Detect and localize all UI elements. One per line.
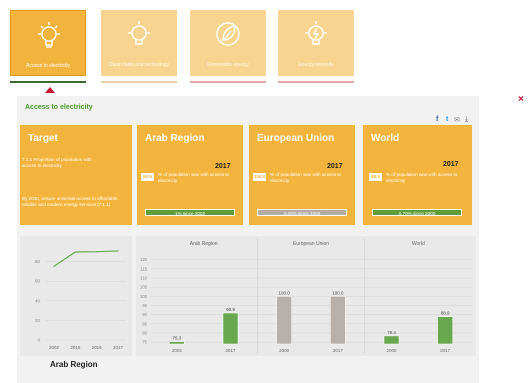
- x-tick-label: 2017: [440, 348, 451, 353]
- bar: [222, 312, 239, 345]
- y-tick-label: 100: [140, 294, 148, 299]
- bar: [437, 316, 453, 345]
- bar: [276, 296, 292, 345]
- lightbulb-icon: [128, 21, 150, 45]
- panel-title: Access to electricity: [25, 104, 93, 111]
- tab-label: Access to electricity: [26, 63, 70, 69]
- data-point: [96, 251, 98, 253]
- x-tick-label: 2017: [225, 348, 236, 353]
- lightning-bulb-icon: [305, 21, 327, 45]
- target-indicator: 7.1.1 Proportion of population with acce…: [22, 157, 92, 168]
- series-line: [53, 250, 119, 267]
- bar-chart: 75 80 85 90 95 100 105 110 115 120 Arab Region 75.3…: [140, 238, 472, 354]
- tab-underline: [190, 81, 266, 83]
- region-value: 100.0: [253, 173, 266, 181]
- tab-underline: [101, 81, 177, 83]
- y-tick-label: 80: [35, 259, 41, 264]
- x-tick-label: 2017: [333, 348, 344, 353]
- panel-title: European Union: [293, 241, 329, 247]
- x-tick-label: 2015: [70, 345, 81, 350]
- facebook-icon[interactable]: f: [436, 116, 438, 123]
- x-tick-label: 2000: [386, 348, 397, 353]
- tab-clean-fuels[interactable]: Clean fuels and technology: [101, 10, 177, 76]
- region-desc: % of population was with access to elect…: [270, 172, 342, 183]
- tab-underline: [278, 81, 354, 83]
- region-year: 2017: [443, 161, 459, 168]
- region-trend: 0.70% since 2000: [372, 209, 462, 216]
- y-tick-label: 75: [142, 340, 147, 345]
- bar-value-label: 75.3: [172, 336, 181, 341]
- bar: [169, 341, 185, 345]
- tab-renewable-energy[interactable]: Renewable energy: [190, 10, 266, 76]
- bar-chart-box: 75 80 85 90 95 100 105 110 115 120 Arab Region 75.3…: [136, 236, 476, 356]
- y-tick-label: 0: [37, 338, 40, 343]
- target-goal: By 2030, ensure universal access to affo…: [22, 196, 119, 207]
- y-tick-label: 40: [35, 298, 41, 303]
- region-title: Arab Region: [145, 133, 205, 144]
- target-title: Target: [28, 133, 58, 144]
- tab-access-to-electricity[interactable]: Access to electricity: [10, 10, 86, 76]
- tab-active-underline: [10, 81, 86, 83]
- leaf-icon: [216, 22, 240, 46]
- region-desc: % of population was with access to elect…: [158, 172, 230, 183]
- y-tick-label: 20: [35, 318, 41, 323]
- active-tab-pointer: [45, 87, 55, 93]
- y-tick-label: 85: [142, 321, 147, 326]
- lightbulb-icon: [38, 22, 60, 48]
- y-tick-label: 105: [140, 285, 148, 290]
- x-tick-label: 2017: [113, 345, 124, 350]
- region-trend: 0.00% since 2000: [257, 209, 347, 216]
- section-title: Arab Region: [50, 360, 98, 369]
- bar-value-label: 100.0: [332, 290, 344, 295]
- panel-title: World: [412, 241, 425, 247]
- bar-value-label: 78.4: [387, 330, 396, 335]
- y-tick-label: 90: [142, 312, 147, 317]
- panel-title: Arab Region: [190, 241, 218, 247]
- x-tick-label: 2002: [49, 345, 60, 350]
- bar: [383, 335, 400, 345]
- data-point: [117, 250, 119, 252]
- tab-label: Energy intensity: [298, 62, 334, 68]
- tab-label: Renewable energy: [207, 62, 249, 68]
- y-tick-label: 115: [140, 266, 147, 271]
- region-desc: % of population was with access to elect…: [386, 172, 458, 183]
- x-tick-label: 2000: [279, 348, 290, 353]
- region-card-world: World 2017 88.9 % of population was with…: [363, 125, 472, 225]
- download-icon[interactable]: ⤓: [465, 116, 468, 124]
- email-icon[interactable]: ✉: [454, 116, 460, 124]
- bar: [330, 296, 346, 345]
- bar-value-label: 88.9: [441, 311, 450, 316]
- region-value: 90.9: [141, 173, 154, 181]
- target-card: Target 7.1.1 Proportion of population wi…: [20, 125, 132, 225]
- region-year: 2017: [215, 163, 231, 170]
- close-icon[interactable]: ×: [518, 94, 524, 105]
- bar-value-label: 100.0: [279, 290, 291, 295]
- region-trend: 1% since 2002: [145, 209, 235, 216]
- twitter-icon[interactable]: t: [446, 116, 448, 123]
- y-tick-label: 60: [35, 279, 41, 284]
- region-year: 2017: [327, 163, 343, 170]
- data-point: [74, 251, 76, 253]
- line-chart: 0 20 40 60 80 2002 2015 2016 2017: [35, 250, 126, 350]
- region-title: European Union: [257, 133, 335, 144]
- y-tick-label: 80: [142, 331, 147, 336]
- y-tick-label: 120: [140, 257, 148, 262]
- x-tick-label: 2002: [172, 348, 183, 353]
- region-card-arab: Arab Region 2017 90.9 % of population wa…: [137, 125, 243, 225]
- region-title: World: [371, 133, 400, 144]
- line-chart-box: 0 20 40 60 80 2002 2015 2016 2017: [20, 236, 132, 356]
- x-tick-label: 2016: [92, 345, 103, 350]
- bar-value-label: 90.9: [226, 307, 235, 312]
- region-card-eu: European Union 2017 100.0 % of populatio…: [249, 125, 355, 225]
- data-point: [53, 265, 55, 267]
- y-tick-label: 95: [142, 303, 147, 308]
- y-tick-label: 110: [140, 276, 147, 281]
- region-value: 88.9: [369, 173, 382, 181]
- tab-energy-intensity[interactable]: Energy intensity: [278, 10, 354, 76]
- tab-label: Clean fuels and technology: [108, 62, 170, 68]
